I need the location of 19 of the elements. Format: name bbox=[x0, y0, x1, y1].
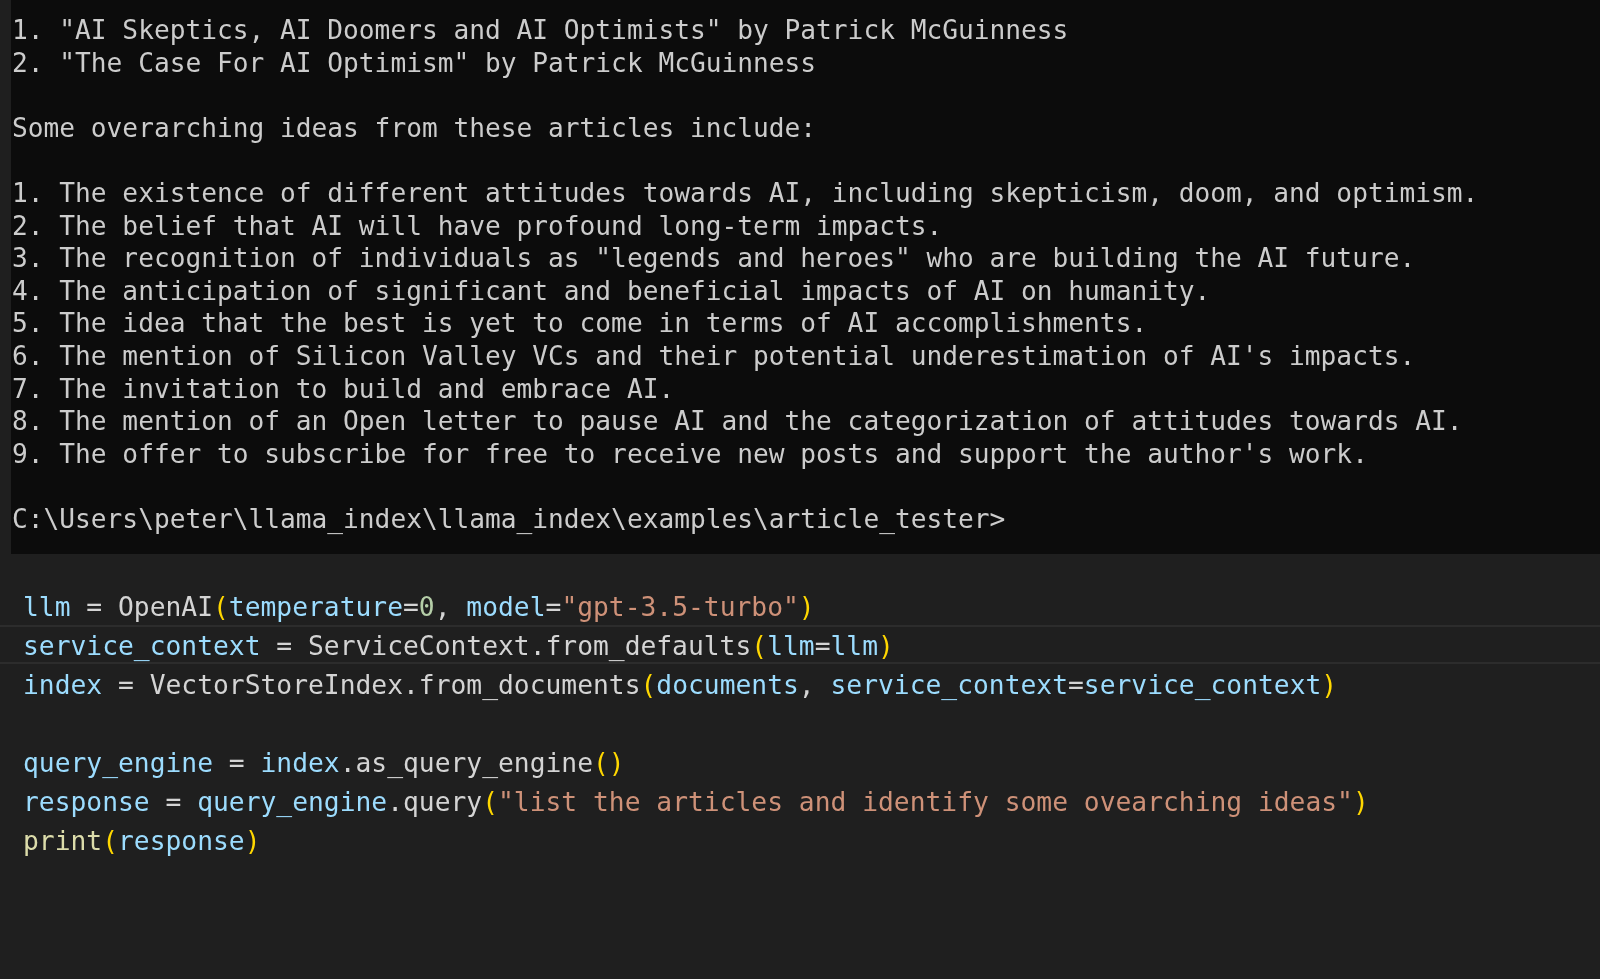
code-line: service_context = ServiceContext.from_defaults(llm=llm) bbox=[0, 624, 1600, 664]
code-line: print(response) bbox=[22, 824, 262, 858]
terminal-line: 7. The invitation to build and embrace AI. bbox=[12, 372, 675, 406]
terminal-line: 4. The anticipation of significant and beneficial impacts of AI on humanity. bbox=[12, 274, 1211, 308]
terminal-line: 9. The offer to subscribe for free to receive new posts and support the author's work. bbox=[12, 437, 1368, 471]
code-line: response = query_engine.query("list the articles and identify some ovearching ideas") bbox=[22, 785, 1370, 819]
code-line: query_engine = index.as_query_engine() bbox=[22, 746, 626, 780]
terminal-line: 1. The existence of different attitudes towards AI, including skepticism, doom, and optimism. bbox=[12, 176, 1479, 210]
terminal-line: 3. The recognition of individuals as "legends and heroes" who are building the AI future. bbox=[12, 242, 1416, 275]
code-line: llm = OpenAI(temperature=0, model="gpt-3.5-turbo") bbox=[22, 590, 816, 624]
terminal-line: 2. "The Case For AI Optimism" by Patrick McGuinness bbox=[12, 46, 817, 80]
terminal-line: Some overarching ideas from these articles include: bbox=[12, 111, 817, 145]
terminal-line: 6. The mention of Silicon Valley VCs and their potential underestimation of AI's impacts. bbox=[12, 339, 1416, 373]
code-line: index = VectorStoreIndex.from_documents(documents, service_context=service_context) bbox=[22, 668, 1339, 702]
terminal-line: C:\Users\peter\llama_index\llama_index\examples\article_tester> bbox=[12, 502, 1006, 536]
terminal-line: 8. The mention of an Open letter to pause AI and the categorization of attitudes towards AI. bbox=[12, 405, 1463, 438]
terminal-line: 1. "AI Skeptics, AI Doomers and AI Optimists" by Patrick McGuinness bbox=[12, 14, 1069, 47]
terminal-line: 5. The idea that the best is yet to come in terms of AI accomplishments. bbox=[12, 307, 1148, 340]
terminal-line: 2. The belief that AI will have profound long-term impacts. bbox=[12, 209, 943, 243]
